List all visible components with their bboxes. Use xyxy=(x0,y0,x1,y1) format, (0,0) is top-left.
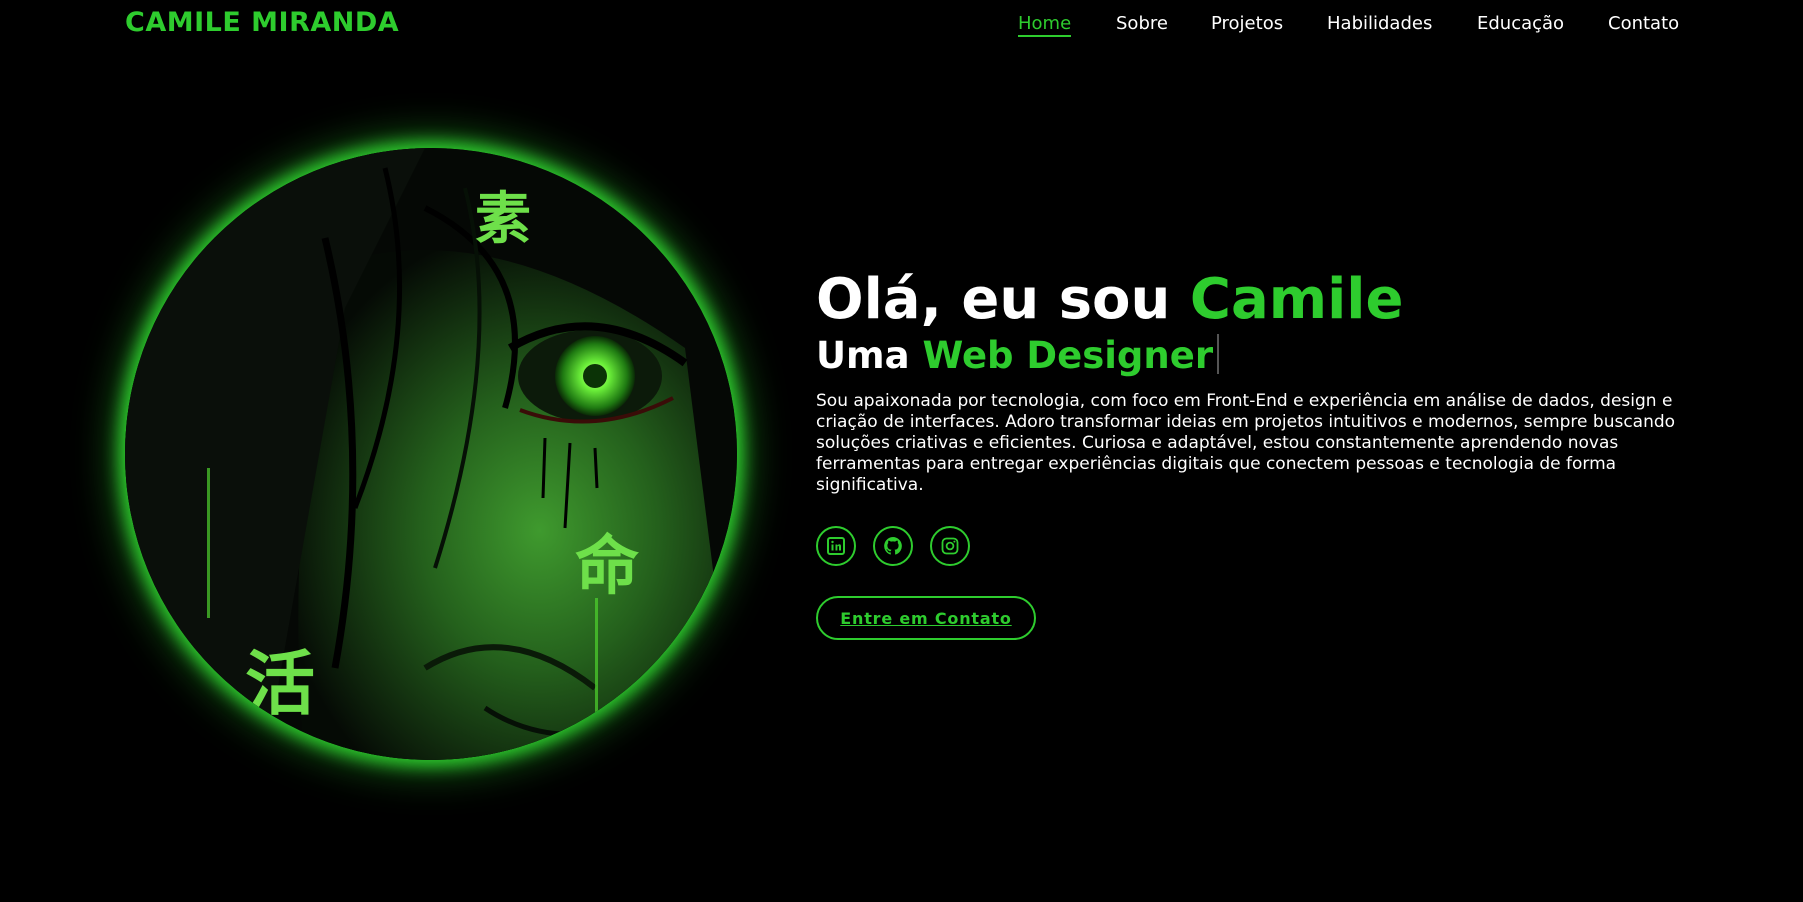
github-icon xyxy=(884,537,902,555)
svg-text:命: 命 xyxy=(575,530,639,604)
svg-text:素: 素 xyxy=(475,187,531,252)
nav-educacao[interactable]: Educação xyxy=(1477,13,1564,34)
linkedin-button[interactable] xyxy=(816,526,856,567)
hero-title: Olá, eu sou Camile xyxy=(816,267,1676,332)
hero-description: Sou apaixonada por tecnologia, com foco … xyxy=(816,391,1676,496)
contact-button[interactable]: Entre em Contato xyxy=(816,596,1036,641)
portrait-illustration: 素 命 活 xyxy=(125,148,737,760)
hero-name: Camile xyxy=(1189,267,1404,332)
social-links xyxy=(816,526,1676,567)
svg-text:活: 活 xyxy=(245,643,315,725)
hero-content: Olá, eu sou Camile Uma Web Designer Sou … xyxy=(816,267,1676,641)
github-button[interactable] xyxy=(873,526,913,567)
main-nav: Home Sobre Projetos Habilidades Educação… xyxy=(0,13,1803,43)
nav-home[interactable]: Home xyxy=(1018,13,1072,37)
profile-portrait: 素 命 活 xyxy=(125,148,737,760)
site-header: CAMILE MIRANDA Home Sobre Projetos Habil… xyxy=(0,0,1803,50)
nav-projetos[interactable]: Projetos xyxy=(1211,13,1283,34)
typing-caret xyxy=(1217,334,1220,375)
role-highlight: Web Designer xyxy=(922,334,1214,378)
nav-contato[interactable]: Contato xyxy=(1608,13,1679,34)
hero-greeting: Olá, eu sou xyxy=(816,267,1171,332)
instagram-icon xyxy=(941,537,959,555)
hero-role: Uma Web Designer xyxy=(816,334,1676,377)
role-prefix: Uma xyxy=(816,334,910,378)
linkedin-icon xyxy=(827,537,845,556)
nav-sobre[interactable]: Sobre xyxy=(1116,13,1168,34)
nav-habilidades[interactable]: Habilidades xyxy=(1327,13,1432,34)
instagram-button[interactable] xyxy=(930,526,970,567)
